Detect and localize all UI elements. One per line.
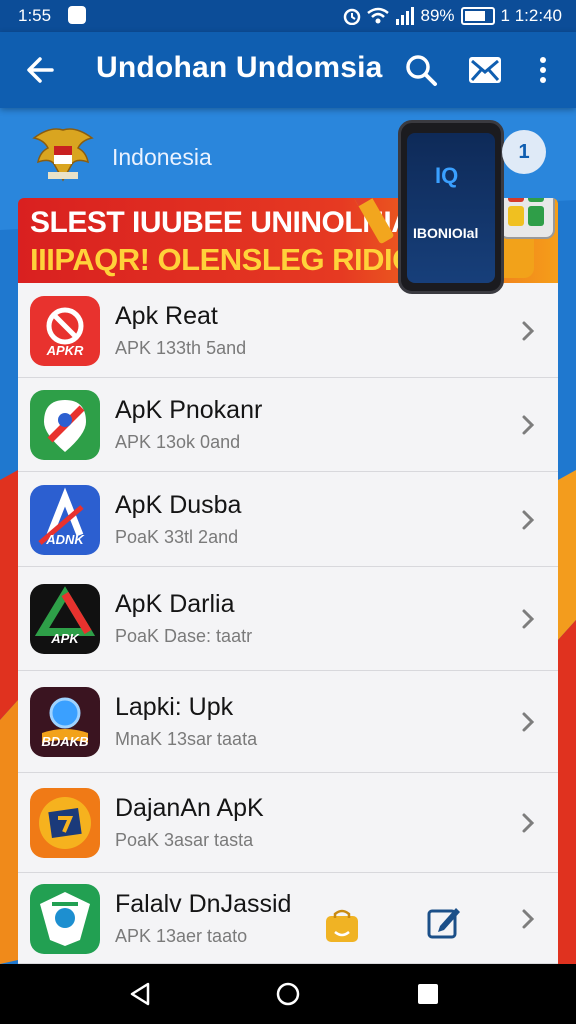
- edit-icon[interactable]: [426, 904, 462, 940]
- phone-brand: IBONIOIal: [413, 225, 479, 241]
- garuda-emblem-icon: [32, 128, 94, 182]
- app-subtitle: APK 133th 5and: [115, 338, 247, 358]
- status-right: 89% 1 1:2:40: [343, 6, 562, 26]
- app-subtitle: PoaK Dase: taatr: [115, 626, 253, 646]
- status-bar: 1:55 89% 1 1:2:40: [0, 0, 576, 32]
- app-subtitle: APK 13aer taato: [115, 926, 248, 946]
- app-name: ApK Pnokanr: [115, 396, 263, 424]
- app-subtitle: APK 13ok 0and: [115, 432, 241, 452]
- wifi-icon: [366, 7, 389, 24]
- country-label: Indonesia: [112, 144, 212, 170]
- app-icon-label: ADNK: [46, 532, 84, 547]
- chevron-right-icon[interactable]: [518, 508, 538, 532]
- chevron-right-icon[interactable]: [518, 413, 538, 437]
- status-clock: 1 1:2:40: [500, 6, 562, 25]
- app-name: ApK Dusba: [115, 491, 242, 519]
- app-subtitle: PoaK 3asar tasta: [115, 830, 254, 850]
- chevron-right-icon[interactable]: [518, 319, 538, 343]
- chevron-right-icon[interactable]: [518, 811, 538, 835]
- info-badge[interactable]: 1: [502, 130, 546, 174]
- app-icon-label: BDAKB: [41, 734, 89, 749]
- notification-icon: [68, 6, 86, 24]
- app-subtitle: MnaK 13sar taata: [115, 729, 258, 749]
- list-item[interactable]: APK ApK Darlia PoaK Dase: taatr: [18, 567, 558, 671]
- shopping-bag-icon[interactable]: [324, 908, 360, 944]
- phone-logo: IQ: [435, 163, 459, 188]
- battery-level: [464, 11, 485, 21]
- map-pin-app-icon: [30, 390, 100, 460]
- triangle-app-icon: APK: [30, 584, 100, 654]
- chevron-right-icon[interactable]: [518, 710, 538, 734]
- list-item[interactable]: ApK Pnokanr APK 13ok 0and: [18, 378, 558, 472]
- shield-app-icon: [30, 884, 100, 954]
- app-name: DajanAn ApK: [115, 794, 264, 822]
- nav-back-icon[interactable]: [126, 980, 154, 1008]
- no-sign-app-icon: APKR: [30, 296, 100, 366]
- chevron-right-icon[interactable]: [518, 607, 538, 631]
- system-nav-bar: [0, 964, 576, 1024]
- back-arrow-icon[interactable]: [22, 52, 58, 88]
- list-item[interactable]: APKR Apk Reat APK 133th 5and: [18, 283, 558, 378]
- list-item[interactable]: Falalv DnJassid APK 13aer taato: [18, 873, 558, 964]
- app-name: ApK Darlia: [115, 590, 235, 618]
- list-item[interactable]: ADNK ApK Dusba PoaK 33tl 2and: [18, 472, 558, 567]
- search-icon[interactable]: [402, 51, 440, 89]
- pencil-icon: [353, 198, 394, 244]
- phone-illustration: IQ IBONIOIal: [398, 120, 504, 294]
- battery-percent: 89%: [420, 6, 455, 25]
- sunburst-app-icon: [30, 788, 100, 858]
- chevron-right-icon[interactable]: [518, 907, 538, 931]
- page-title: Undohan Undomsia: [96, 51, 383, 84]
- globe-app-icon: BDAKB: [30, 687, 100, 757]
- mail-icon[interactable]: [466, 51, 504, 89]
- status-time: 1:55: [18, 6, 52, 25]
- app-list: APKR Apk Reat APK 133th 5and ApK Pnokanr APK…: [18, 283, 558, 964]
- nav-recents-icon[interactable]: [414, 980, 442, 1008]
- apk-a-app-icon: ADNK: [30, 485, 100, 555]
- nav-home-icon[interactable]: [274, 980, 302, 1008]
- list-item[interactable]: BDAKB Lapki: Upk MnaK 13sar taata: [18, 671, 558, 773]
- app-name: Falalv DnJassid: [115, 890, 292, 918]
- app-name: Lapki: Upk: [115, 693, 234, 721]
- phone-screen: IQ IBONIOIal: [407, 133, 495, 283]
- more-vert-icon[interactable]: [524, 51, 562, 89]
- battery-icon: [460, 7, 495, 25]
- list-item[interactable]: DajanAn ApK PoaK 3asar tasta: [18, 773, 558, 873]
- signal-icon: [395, 7, 414, 25]
- alarm-icon: [343, 8, 360, 25]
- app-bar: Undohan Undomsia: [0, 32, 576, 108]
- app-icon-label: APK: [51, 631, 79, 646]
- app-icon-label: APKR: [46, 343, 84, 358]
- app-name: Apk Reat: [115, 302, 218, 330]
- app-subtitle: PoaK 33tl 2and: [115, 527, 239, 547]
